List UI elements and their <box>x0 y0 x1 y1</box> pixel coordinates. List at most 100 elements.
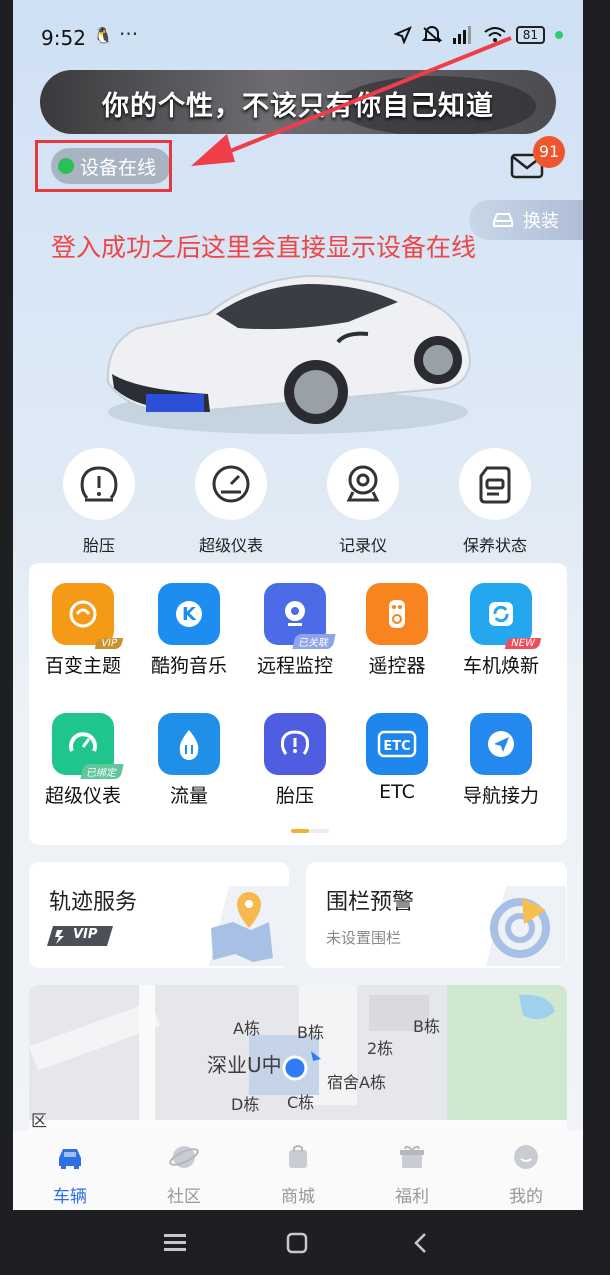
annotation-highlight-box <box>35 140 172 192</box>
app-data-flow-label: 流量 <box>169 785 208 807</box>
quick-tire-pressure[interactable]: 胎压 <box>56 448 142 556</box>
camera-in-use-dot <box>555 31 563 39</box>
camera-icon: 已关联 <box>264 583 336 649</box>
status-time: 9:52 <box>41 26 86 50</box>
quick-super-gauge[interactable]: 超级仪表 <box>188 448 274 556</box>
vip-tag: VIP <box>95 638 124 649</box>
app-screen: 9:52 🐧 ··· 81 你的个性，不该只有你自己知道 设备在线 91 换装 … <box>13 0 583 1210</box>
fence-target-icon <box>486 886 566 966</box>
tab-mall-label: 商城 <box>281 1187 315 1207</box>
tab-vehicle[interactable]: 车辆 <box>30 1142 110 1207</box>
tab-community[interactable]: 社区 <box>144 1142 224 1207</box>
planet-icon <box>169 1146 199 1168</box>
maintenance-icon <box>479 466 511 504</box>
new-tag: NEW <box>505 638 542 649</box>
svg-text:ETC: ETC <box>383 739 410 754</box>
quick-maintenance[interactable]: 保养状态 <box>452 448 538 556</box>
app-super-gauge[interactable]: 已绑定 超级仪表 <box>33 713 133 808</box>
fence-alert-card[interactable]: 围栏预警 未设置围栏 <box>306 862 567 968</box>
tab-vehicle-label: 车辆 <box>53 1187 87 1207</box>
app-etc[interactable]: ETC ETC <box>347 713 447 803</box>
change-skin-button[interactable]: 换装 <box>469 200 583 240</box>
tab-profile[interactable]: 我的 <box>486 1142 566 1207</box>
refresh-icon: NEW <box>470 583 542 649</box>
app-data-flow[interactable]: 流量 <box>139 713 239 808</box>
app-kugou-label: 酷狗音乐 <box>150 655 227 677</box>
app-theme-label: 百变主题 <box>44 655 121 677</box>
vip-badge-label: VIP <box>73 927 98 942</box>
map-label: B栋 <box>297 1023 324 1042</box>
app-car-refresh-label: 车机焕新 <box>462 655 539 677</box>
theme-icon: VIP <box>52 583 124 649</box>
page-indicator-active <box>291 829 309 833</box>
app-super-gauge-label: 超级仪表 <box>44 785 121 807</box>
tab-profile-label: 我的 <box>509 1187 543 1207</box>
fence-alert-subtitle: 未设置围栏 <box>326 929 402 947</box>
gauge-icon <box>212 465 250 503</box>
app-navigation-relay[interactable]: 导航接力 <box>451 713 551 808</box>
app-navigation-relay-label: 导航接力 <box>462 785 539 807</box>
map-pin-icon <box>209 886 289 966</box>
map-background <box>29 985 567 1145</box>
qq-icon: 🐧 <box>93 26 113 45</box>
app-grid: VIP 百变主题 K 酷狗音乐 已关联 远程监控 遥控器 NEW 车机焕新 已绑… <box>29 563 567 845</box>
tab-community-label: 社区 <box>167 1187 201 1207</box>
tire-pressure-icon <box>80 466 118 502</box>
app-car-refresh[interactable]: NEW 车机焕新 <box>451 583 551 678</box>
app-theme[interactable]: VIP 百变主题 <box>33 583 133 678</box>
app-tire-label: 胎压 <box>275 785 314 807</box>
app-remote-monitor[interactable]: 已关联 远程监控 <box>245 583 345 678</box>
tab-mall[interactable]: 商城 <box>258 1142 338 1207</box>
track-service-card[interactable]: 轨迹服务 VIP <box>29 862 289 968</box>
quick-maintenance-label: 保养状态 <box>462 536 527 555</box>
map-label: 2栋 <box>367 1039 394 1058</box>
app-tire[interactable]: 胎压 <box>245 713 345 808</box>
app-remote-control[interactable]: 遥控器 <box>347 583 447 678</box>
map-label: 区 <box>31 1111 48 1130</box>
tab-benefits-label: 福利 <box>395 1187 429 1207</box>
car-icon <box>59 1149 81 1169</box>
app-etc-label: ETC <box>379 781 415 803</box>
app-kugou[interactable]: K 酷狗音乐 <box>139 583 239 678</box>
car-image <box>106 274 472 434</box>
bottom-tab-bar: 车辆 社区 商城 福利 我的 <box>13 1130 583 1210</box>
page-indicator[interactable] <box>291 829 329 833</box>
quick-dashcam-label: 记录仪 <box>338 536 387 555</box>
data-flow-icon <box>158 713 220 775</box>
annotation-text: 登入成功之后这里会直接显示设备在线 <box>51 233 477 262</box>
location-map[interactable]: A栋 B栋 B栋 2栋 深业U中 宿舍A栋 D栋 C栋 区 <box>29 985 567 1145</box>
bound-tag: 已绑定 <box>80 764 124 779</box>
mail-badge: 91 <box>533 136 565 168</box>
app-remote-monitor-label: 远程监控 <box>256 655 333 677</box>
system-navigation-bar <box>0 1210 610 1275</box>
more-apps-indicator: ⋮ <box>562 778 567 799</box>
quick-super-gauge-label: 超级仪表 <box>198 536 263 555</box>
map-label: 宿舍A栋 <box>327 1073 386 1092</box>
annotation-arrow <box>191 36 512 166</box>
svg-text:K: K <box>182 604 197 625</box>
map-label: C栋 <box>287 1093 315 1112</box>
home-icon[interactable] <box>286 1232 308 1254</box>
linked-tag: 已关联 <box>292 634 336 649</box>
map-label: A栋 <box>233 1019 260 1038</box>
app-remote-control-label: 遥控器 <box>368 655 426 677</box>
dashcam-icon <box>346 465 380 502</box>
track-service-title: 轨迹服务 <box>49 890 138 915</box>
shopping-bag-icon <box>289 1145 307 1168</box>
tab-benefits[interactable]: 福利 <box>372 1142 452 1207</box>
quick-dashcam[interactable]: 记录仪 <box>320 448 406 556</box>
gift-icon <box>400 1145 424 1168</box>
navigation-icon <box>470 713 532 775</box>
fence-alert-title: 围栏预警 <box>326 890 415 915</box>
back-icon[interactable] <box>410 1232 432 1254</box>
menu-icon[interactable] <box>163 1232 187 1254</box>
quick-tire-pressure-label: 胎压 <box>82 536 115 555</box>
map-label: B栋 <box>413 1017 440 1036</box>
remote-icon <box>366 583 428 645</box>
profile-icon <box>514 1145 538 1169</box>
kugou-icon: K <box>158 583 220 645</box>
change-skin-label: 换装 <box>523 211 559 232</box>
speedometer-icon: 已绑定 <box>52 713 124 779</box>
more-notifications-icon: ··· <box>119 22 139 46</box>
map-label: 深业U中 <box>207 1053 282 1077</box>
